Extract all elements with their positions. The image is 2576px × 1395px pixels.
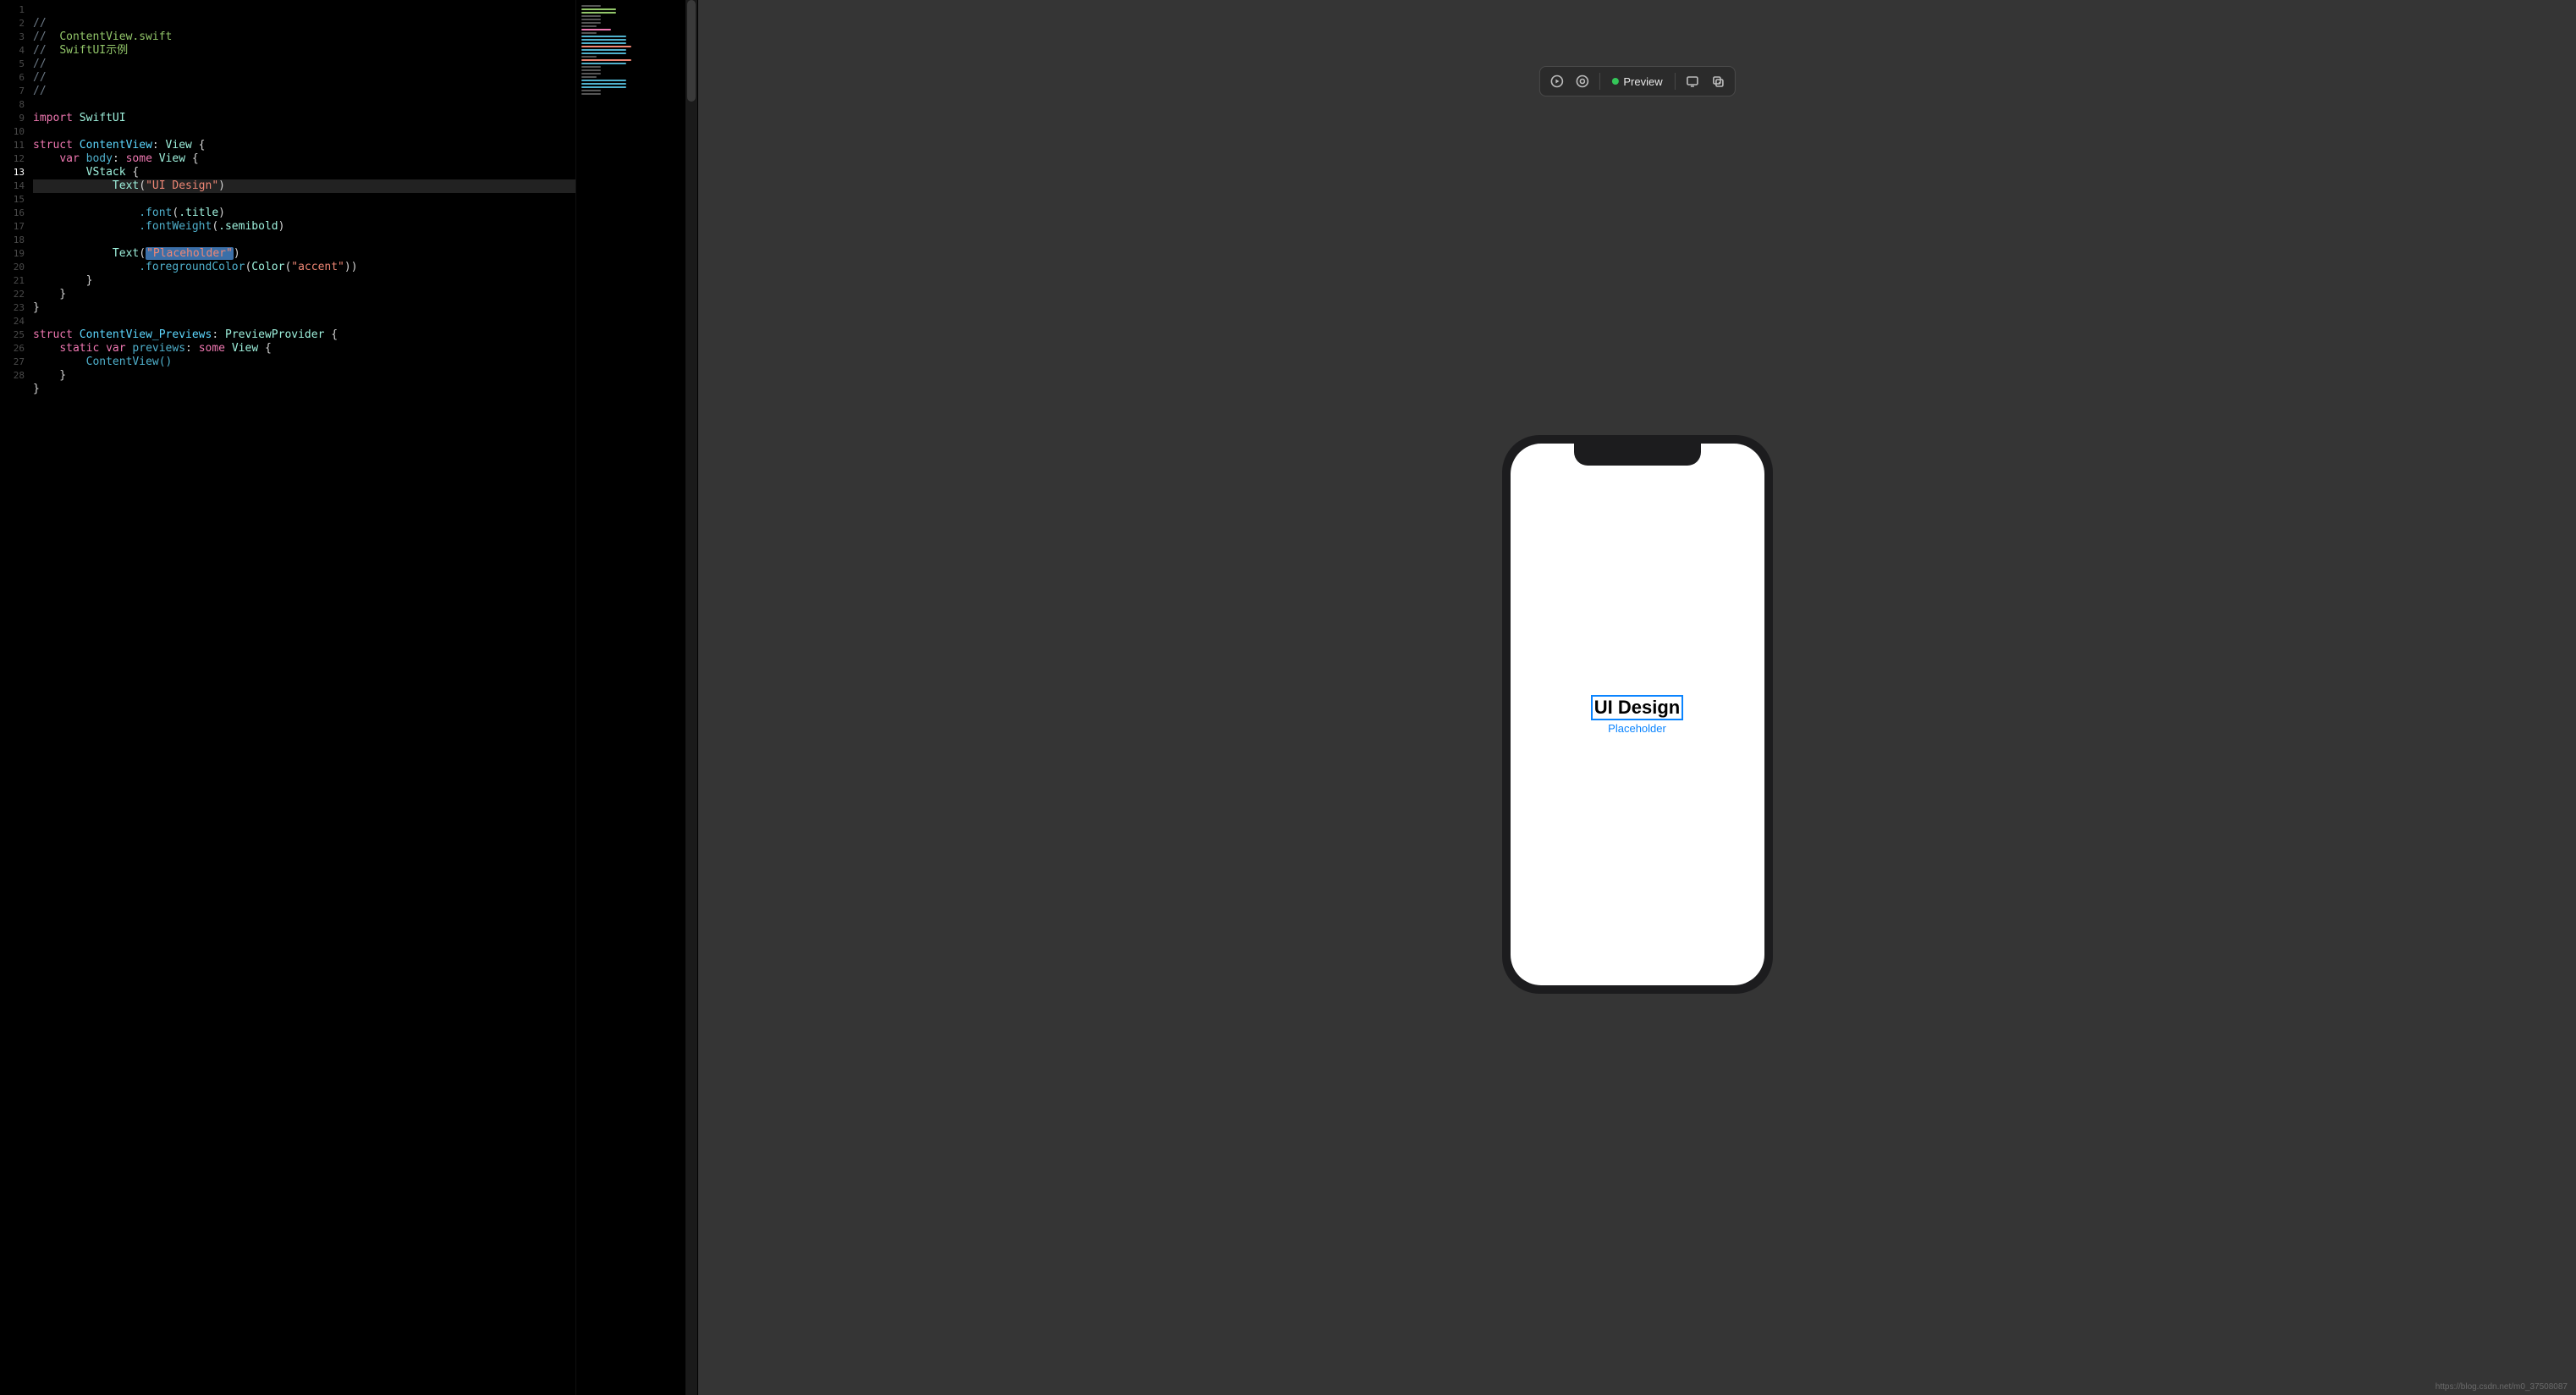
selection-outline[interactable]: UI Design: [1591, 695, 1683, 720]
preview-canvas: Preview UI Design Placeholder https://bl…: [697, 0, 2576, 1395]
live-preview-label: Preview: [1623, 75, 1662, 88]
device-icon[interactable]: [1682, 71, 1703, 91]
preview-toolbar: Preview: [1538, 66, 1735, 96]
device-notch: [1574, 444, 1701, 466]
current-line[interactable]: Text("UI Design"): [33, 179, 575, 193]
preview-subtitle-text: Placeholder: [1608, 722, 1666, 735]
editor-scrollbar[interactable]: [685, 0, 697, 1395]
device-screen[interactable]: UI Design Placeholder: [1511, 444, 1764, 985]
preview-title-text: UI Design: [1594, 697, 1680, 719]
pin-icon[interactable]: [1571, 71, 1592, 91]
selected-text[interactable]: "Placeholder": [146, 247, 234, 260]
code-area[interactable]: // // ContentView.swift // SwiftUI示例 // …: [30, 0, 575, 1395]
line-number-gutter: 1 2 3 4 5 6 7 8 9 10 11 12 13 14 15 16 1…: [0, 0, 30, 1395]
live-preview-button[interactable]: Preview: [1606, 75, 1667, 88]
duplicate-icon[interactable]: [1708, 71, 1728, 91]
status-dot-icon: [1611, 78, 1618, 85]
code-editor[interactable]: 1 2 3 4 5 6 7 8 9 10 11 12 13 14 15 16 1…: [0, 0, 575, 1395]
minimap[interactable]: [575, 0, 685, 1395]
watermark-text: https://blog.csdn.net/m0_37508087: [2436, 1382, 2568, 1392]
play-icon[interactable]: [1546, 71, 1566, 91]
device-frame: UI Design Placeholder: [1502, 435, 1773, 994]
